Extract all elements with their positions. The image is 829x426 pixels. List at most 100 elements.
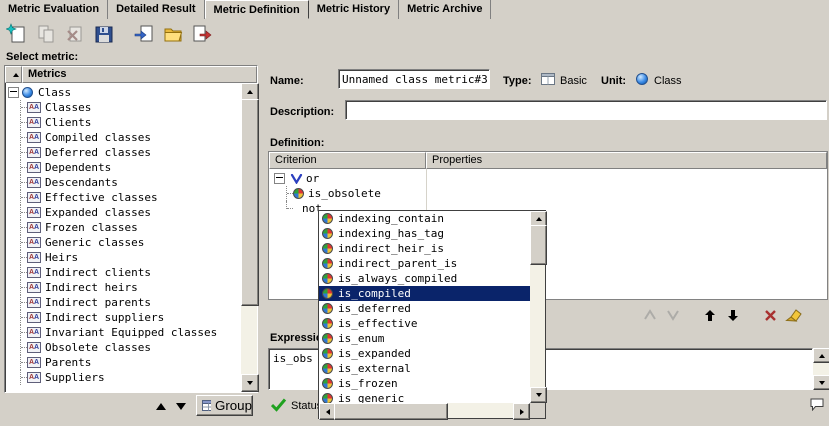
- criterion-icon: [322, 303, 333, 314]
- scrollbar-thumb[interactable]: [334, 403, 448, 420]
- tree-item-indirect-suppliers[interactable]: AAIndirect suppliers: [5, 310, 241, 325]
- metric-icon: AA: [27, 102, 41, 113]
- open-metric-archive-button[interactable]: [160, 22, 186, 46]
- dropdown-item-indexing-has-tag[interactable]: indexing_has_tag: [319, 226, 530, 241]
- scroll-right-button[interactable]: [513, 403, 530, 420]
- scroll-down-button[interactable]: [813, 375, 829, 390]
- move-down-icon: [727, 309, 739, 322]
- tree-item-indirect-heirs[interactable]: AAIndirect heirs: [5, 280, 241, 295]
- move-criterion-up-button[interactable]: [700, 306, 720, 324]
- criterion-row-label: or: [306, 172, 319, 185]
- tree-scrollbar[interactable]: [241, 83, 257, 392]
- tree-item-descendants[interactable]: AADescendants: [5, 175, 241, 190]
- tree-item-label: Classes: [45, 101, 91, 114]
- erase-definition-button[interactable]: [783, 306, 803, 324]
- comment-bubble-icon: [810, 398, 824, 411]
- metric-icon: AA: [27, 267, 41, 278]
- dropdown-item-indirect-heir-is[interactable]: indirect_heir_is: [319, 241, 530, 256]
- dropdown-item-label: is_compiled: [338, 287, 411, 300]
- collapse-icon[interactable]: [274, 173, 285, 184]
- tab-metric-evaluation[interactable]: Metric Evaluation: [0, 0, 108, 19]
- criterion-row-is-obsolete[interactable]: is_obsolete: [269, 186, 827, 201]
- dropdown-item-is-deferred[interactable]: is_deferred: [319, 301, 530, 316]
- tree-item-indirect-clients[interactable]: AAIndirect clients: [5, 265, 241, 280]
- metric-icon: AA: [27, 372, 41, 383]
- move-metric-up-button[interactable]: [152, 398, 170, 414]
- insert-and-button[interactable]: [640, 306, 660, 324]
- metric-icon: AA: [27, 342, 41, 353]
- dropdown-item-is-frozen[interactable]: is_frozen: [319, 376, 530, 391]
- criterion-list: indexing_containindexing_has_tagindirect…: [319, 211, 530, 403]
- dropdown-item-is-effective[interactable]: is_effective: [319, 316, 530, 331]
- scroll-down-button[interactable]: [530, 387, 547, 403]
- tree-item-label: Compiled classes: [45, 131, 151, 144]
- or-operator-icon: [290, 174, 303, 184]
- tree-item-generic-classes[interactable]: AAGeneric classes: [5, 235, 241, 250]
- new-metric-icon: [6, 23, 28, 45]
- tree-item-suppliers[interactable]: AASuppliers: [5, 370, 241, 385]
- group-button-label: Group: [215, 398, 252, 413]
- tree-item-deferred-classes[interactable]: AADeferred classes: [5, 145, 241, 160]
- dropdown-item-is-compiled[interactable]: is_compiled: [319, 286, 530, 301]
- tab-metric-history[interactable]: Metric History: [309, 0, 399, 19]
- move-metric-down-button[interactable]: [172, 398, 190, 414]
- tree-item-dependents[interactable]: AADependents: [5, 160, 241, 175]
- dropdown-item-label: is_expanded: [338, 347, 411, 360]
- metrics-column-header[interactable]: Metrics: [22, 66, 257, 83]
- tree-item-obsolete-classes[interactable]: AAObsolete classes: [5, 340, 241, 355]
- dropdown-horizontal-scrollbar[interactable]: [319, 403, 530, 418]
- dropdown-item-is-expanded[interactable]: is_expanded: [319, 346, 530, 361]
- description-input[interactable]: [345, 100, 827, 120]
- export-metrics-button[interactable]: [189, 22, 215, 46]
- dropdown-item-is-always-compiled[interactable]: is_always_compiled: [319, 271, 530, 286]
- tab-metric-archive[interactable]: Metric Archive: [399, 0, 491, 19]
- tree-item-expanded-classes[interactable]: AAExpanded classes: [5, 205, 241, 220]
- new-metric-button[interactable]: [4, 22, 30, 46]
- dropdown-item-is-external[interactable]: is_external: [319, 361, 530, 376]
- tree-item-compiled-classes[interactable]: AACompiled classes: [5, 130, 241, 145]
- tree-item-parents[interactable]: AAParents: [5, 355, 241, 370]
- move-criterion-down-button[interactable]: [723, 306, 743, 324]
- tree-connector: [15, 370, 27, 385]
- collapse-icon[interactable]: [8, 87, 19, 98]
- comment-button[interactable]: [806, 394, 828, 415]
- dropdown-vertical-scrollbar[interactable]: [530, 211, 545, 403]
- tree-item-label: Heirs: [45, 251, 78, 264]
- dropdown-item-label: is_frozen: [338, 377, 398, 390]
- scroll-up-button[interactable]: [813, 348, 829, 363]
- tree-item-frozen-classes[interactable]: AAFrozen classes: [5, 220, 241, 235]
- tree-item-classes[interactable]: AA Classes: [5, 100, 241, 115]
- definition-toolbar: [640, 306, 803, 324]
- scroll-down-button[interactable]: [241, 374, 259, 392]
- expression-scrollbar[interactable]: [813, 348, 829, 390]
- sort-column-header[interactable]: [5, 66, 22, 83]
- dropdown-item-indirect-parent-is[interactable]: indirect_parent_is: [319, 256, 530, 271]
- criterion-column-header[interactable]: Criterion: [269, 152, 426, 169]
- scrollbar-thumb[interactable]: [241, 99, 259, 306]
- remove-criterion-button[interactable]: [760, 306, 780, 324]
- duplicate-metric-button[interactable]: [33, 22, 59, 46]
- tree-item-effective-classes[interactable]: AAEffective classes: [5, 190, 241, 205]
- group-toggle-button[interactable]: Group: [196, 395, 253, 416]
- tab-metric-definition[interactable]: Metric Definition: [205, 0, 309, 19]
- tree-item-heirs[interactable]: AAHeirs: [5, 250, 241, 265]
- remove-metric-button[interactable]: [62, 22, 88, 46]
- criterion-row-or[interactable]: or: [269, 171, 827, 186]
- insert-or-button[interactable]: [663, 306, 683, 324]
- tree-item-indirect-parents[interactable]: AAIndirect parents: [5, 295, 241, 310]
- tree-connector: [15, 220, 27, 235]
- dropdown-item-indexing-contain[interactable]: indexing_contain: [319, 211, 530, 226]
- properties-column-header[interactable]: Properties: [426, 152, 827, 169]
- tab-detailed-result[interactable]: Detailed Result: [108, 0, 204, 19]
- import-metrics-button[interactable]: [131, 22, 157, 46]
- dropdown-item-is-enum[interactable]: is_enum: [319, 331, 530, 346]
- dropdown-item-label: indirect_parent_is: [338, 257, 457, 270]
- tree-item-invariant-equipped-classes[interactable]: AAInvariant Equipped classes: [5, 325, 241, 340]
- dropdown-item-is-generic[interactable]: is_generic: [319, 391, 530, 403]
- scrollbar-thumb[interactable]: [530, 225, 547, 265]
- metric-icon: AA: [27, 237, 41, 248]
- metric-name-input[interactable]: Unnamed class metric#3: [338, 69, 490, 89]
- tree-item-clients[interactable]: AAClients: [5, 115, 241, 130]
- tree-root-class[interactable]: Class: [5, 85, 241, 100]
- save-metric-button[interactable]: [91, 22, 117, 46]
